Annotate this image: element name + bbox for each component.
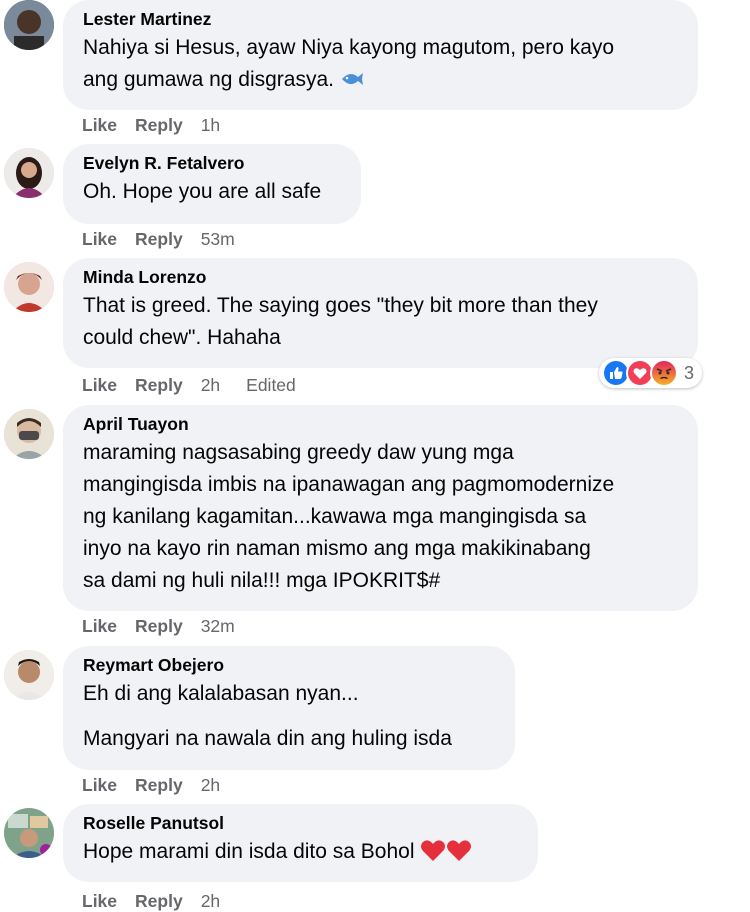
comment-actions: Like Reply 53m xyxy=(82,228,253,250)
edited-label[interactable]: Edited xyxy=(246,374,296,396)
comment-bubble: Reymart Obejero Eh di ang kalalabasan ny… xyxy=(63,646,515,770)
avatar[interactable] xyxy=(4,650,54,700)
comment-text: Nahiya si Hesus, ayaw Niya kayong maguto… xyxy=(83,32,678,100)
avatar[interactable] xyxy=(4,808,54,858)
commenter-name[interactable]: Reymart Obejero xyxy=(83,654,495,676)
like-button[interactable]: Like xyxy=(82,890,117,912)
reply-button[interactable]: Reply xyxy=(135,374,183,396)
comment-bubble: Roselle Panutsol Hope marami din isda di… xyxy=(63,804,538,882)
comment-bubble: Minda Lorenzo That is greed. The saying … xyxy=(63,258,698,368)
timestamp[interactable]: 2h xyxy=(201,890,220,912)
comment-line: ang gumawa ng disgrasya. xyxy=(83,68,334,91)
avatar[interactable] xyxy=(4,0,54,50)
comment-line: could chew". Hahaha xyxy=(83,326,281,349)
commenter-name[interactable]: Lester Martinez xyxy=(83,8,678,30)
like-button[interactable]: Like xyxy=(82,374,117,396)
comment-bubble: Lester Martinez Nahiya si Hesus, ayaw Ni… xyxy=(63,0,698,110)
comment-line: sa dami ng huli nila!!! mga IPOKRIT$# xyxy=(83,569,441,592)
avatar[interactable] xyxy=(4,409,54,459)
comment-bubble: Evelyn R. Fetalvero Oh. Hope you are all… xyxy=(63,144,361,224)
reactions-summary[interactable]: 3 xyxy=(599,358,703,388)
fish-icon xyxy=(340,68,364,100)
comment-line: maraming nagsasabing greedy daw yung mga xyxy=(83,441,514,464)
avatar[interactable] xyxy=(4,262,54,312)
like-button[interactable]: Like xyxy=(82,228,117,250)
comment-line: ng kanilang kagamitan...kawawa mga mangi… xyxy=(83,505,587,528)
comment-actions: Like Reply 1h xyxy=(82,114,238,136)
comment-bubble: April Tuayon maraming nagsasabing greedy… xyxy=(63,405,698,611)
timestamp[interactable]: 1h xyxy=(201,114,220,136)
reply-button[interactable]: Reply xyxy=(135,890,183,912)
reaction-count: 3 xyxy=(684,362,695,383)
comment-text: Oh. Hope you are all safe xyxy=(83,176,341,208)
comment-line: mangingisda imbis na ipanawagan ang pagm… xyxy=(83,473,615,496)
commenter-name[interactable]: April Tuayon xyxy=(83,413,678,435)
comment-actions: Like Reply 2h Edited xyxy=(82,374,314,396)
comment-line: inyo na kayo rin naman mismo ang mga mak… xyxy=(83,537,591,560)
timestamp[interactable]: 32m xyxy=(201,615,235,637)
timestamp[interactable]: 2h xyxy=(201,774,220,796)
reply-button[interactable]: Reply xyxy=(135,228,183,250)
commenter-name[interactable]: Roselle Panutsol xyxy=(83,812,518,834)
comment-line: Hope marami din isda dito sa Bohol xyxy=(83,840,415,863)
timestamp[interactable]: 2h xyxy=(201,374,220,396)
comment-text: Eh di ang kalalabasan nyan... Mangyari n… xyxy=(83,678,495,755)
angry-reaction-icon xyxy=(650,359,678,387)
reply-button[interactable]: Reply xyxy=(135,114,183,136)
commenter-name[interactable]: Evelyn R. Fetalvero xyxy=(83,152,341,174)
comment-text: maraming nagsasabing greedy daw yung mga… xyxy=(83,437,678,597)
heart-icon xyxy=(420,838,446,872)
comment-line: Nahiya si Hesus, ayaw Niya kayong maguto… xyxy=(83,36,615,59)
comment-paragraph: Mangyari na nawala din ang huling isda xyxy=(83,727,452,750)
timestamp[interactable]: 53m xyxy=(201,228,235,250)
like-button[interactable]: Like xyxy=(82,114,117,136)
avatar[interactable] xyxy=(4,148,54,198)
comment-line-with-emoji: ang gumawa ng disgrasya. xyxy=(83,64,678,100)
reply-button[interactable]: Reply xyxy=(135,774,183,796)
comment-actions: Like Reply 32m xyxy=(82,615,253,637)
comment-actions: Like Reply 2h xyxy=(82,890,238,912)
commenter-name[interactable]: Minda Lorenzo xyxy=(83,266,678,288)
comment-line: That is greed. The saying goes "they bit… xyxy=(83,294,598,317)
comment-text: Hope marami din isda dito sa Bohol xyxy=(83,836,518,872)
reply-button[interactable]: Reply xyxy=(135,615,183,637)
like-button[interactable]: Like xyxy=(82,615,117,637)
heart-icon xyxy=(446,838,472,872)
comment-paragraph: Eh di ang kalalabasan nyan... xyxy=(83,682,359,705)
like-button[interactable]: Like xyxy=(82,774,117,796)
comment-line: Oh. Hope you are all safe xyxy=(83,180,322,203)
comment-text: That is greed. The saying goes "they bit… xyxy=(83,290,678,354)
comment-actions: Like Reply 2h xyxy=(82,774,238,796)
